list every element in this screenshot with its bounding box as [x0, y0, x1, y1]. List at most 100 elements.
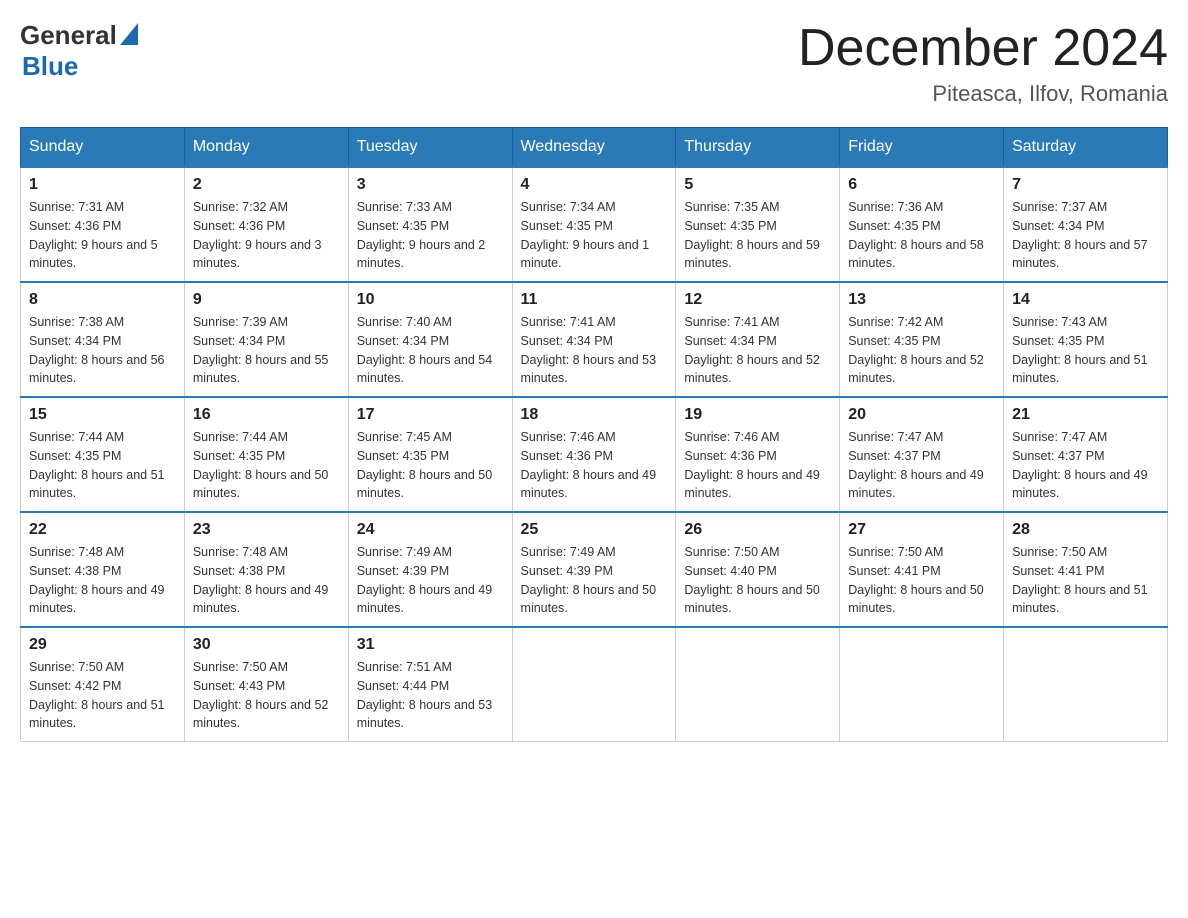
- page-header: General Blue December 2024 Piteasca, Ilf…: [20, 20, 1168, 107]
- calendar-header-wednesday: Wednesday: [512, 128, 676, 168]
- day-number: 31: [357, 636, 504, 654]
- calendar-cell: 17 Sunrise: 7:45 AM Sunset: 4:35 PM Dayl…: [348, 397, 512, 512]
- day-number: 27: [848, 521, 995, 539]
- calendar-cell: [676, 627, 840, 742]
- day-number: 5: [684, 176, 831, 194]
- calendar-cell: 6 Sunrise: 7:36 AM Sunset: 4:35 PM Dayli…: [840, 167, 1004, 282]
- day-info: Sunrise: 7:37 AM Sunset: 4:34 PM Dayligh…: [1012, 198, 1159, 273]
- day-number: 19: [684, 406, 831, 424]
- day-number: 30: [193, 636, 340, 654]
- day-number: 2: [193, 176, 340, 194]
- day-number: 8: [29, 291, 176, 309]
- calendar-cell: 2 Sunrise: 7:32 AM Sunset: 4:36 PM Dayli…: [184, 167, 348, 282]
- day-info: Sunrise: 7:48 AM Sunset: 4:38 PM Dayligh…: [29, 543, 176, 618]
- calendar-cell: 14 Sunrise: 7:43 AM Sunset: 4:35 PM Dayl…: [1004, 282, 1168, 397]
- day-info: Sunrise: 7:47 AM Sunset: 4:37 PM Dayligh…: [848, 428, 995, 503]
- day-number: 25: [521, 521, 668, 539]
- title-block: December 2024 Piteasca, Ilfov, Romania: [798, 20, 1168, 107]
- day-info: Sunrise: 7:46 AM Sunset: 4:36 PM Dayligh…: [521, 428, 668, 503]
- calendar-week-3: 15 Sunrise: 7:44 AM Sunset: 4:35 PM Dayl…: [21, 397, 1168, 512]
- logo-triangle-icon: [120, 23, 138, 45]
- day-number: 4: [521, 176, 668, 194]
- day-info: Sunrise: 7:36 AM Sunset: 4:35 PM Dayligh…: [848, 198, 995, 273]
- day-info: Sunrise: 7:50 AM Sunset: 4:42 PM Dayligh…: [29, 658, 176, 733]
- calendar-cell: 10 Sunrise: 7:40 AM Sunset: 4:34 PM Dayl…: [348, 282, 512, 397]
- day-number: 3: [357, 176, 504, 194]
- calendar-cell: 18 Sunrise: 7:46 AM Sunset: 4:36 PM Dayl…: [512, 397, 676, 512]
- day-number: 1: [29, 176, 176, 194]
- calendar-cell: 13 Sunrise: 7:42 AM Sunset: 4:35 PM Dayl…: [840, 282, 1004, 397]
- day-number: 20: [848, 406, 995, 424]
- calendar-cell: 24 Sunrise: 7:49 AM Sunset: 4:39 PM Dayl…: [348, 512, 512, 627]
- day-info: Sunrise: 7:44 AM Sunset: 4:35 PM Dayligh…: [29, 428, 176, 503]
- calendar-cell: 30 Sunrise: 7:50 AM Sunset: 4:43 PM Dayl…: [184, 627, 348, 742]
- calendar-header-saturday: Saturday: [1004, 128, 1168, 168]
- calendar-cell: 9 Sunrise: 7:39 AM Sunset: 4:34 PM Dayli…: [184, 282, 348, 397]
- day-info: Sunrise: 7:42 AM Sunset: 4:35 PM Dayligh…: [848, 313, 995, 388]
- day-info: Sunrise: 7:50 AM Sunset: 4:41 PM Dayligh…: [1012, 543, 1159, 618]
- day-number: 13: [848, 291, 995, 309]
- day-info: Sunrise: 7:39 AM Sunset: 4:34 PM Dayligh…: [193, 313, 340, 388]
- calendar-cell: 1 Sunrise: 7:31 AM Sunset: 4:36 PM Dayli…: [21, 167, 185, 282]
- day-number: 11: [521, 291, 668, 309]
- calendar-cell: 4 Sunrise: 7:34 AM Sunset: 4:35 PM Dayli…: [512, 167, 676, 282]
- calendar-header-thursday: Thursday: [676, 128, 840, 168]
- day-info: Sunrise: 7:41 AM Sunset: 4:34 PM Dayligh…: [521, 313, 668, 388]
- day-info: Sunrise: 7:46 AM Sunset: 4:36 PM Dayligh…: [684, 428, 831, 503]
- calendar-cell: 26 Sunrise: 7:50 AM Sunset: 4:40 PM Dayl…: [676, 512, 840, 627]
- page-title: December 2024: [798, 20, 1168, 77]
- day-number: 22: [29, 521, 176, 539]
- day-number: 28: [1012, 521, 1159, 539]
- day-info: Sunrise: 7:35 AM Sunset: 4:35 PM Dayligh…: [684, 198, 831, 273]
- day-info: Sunrise: 7:48 AM Sunset: 4:38 PM Dayligh…: [193, 543, 340, 618]
- calendar-cell: [512, 627, 676, 742]
- calendar-cell: 3 Sunrise: 7:33 AM Sunset: 4:35 PM Dayli…: [348, 167, 512, 282]
- calendar-cell: [840, 627, 1004, 742]
- day-number: 7: [1012, 176, 1159, 194]
- day-number: 9: [193, 291, 340, 309]
- day-info: Sunrise: 7:40 AM Sunset: 4:34 PM Dayligh…: [357, 313, 504, 388]
- calendar-cell: 31 Sunrise: 7:51 AM Sunset: 4:44 PM Dayl…: [348, 627, 512, 742]
- page-subtitle: Piteasca, Ilfov, Romania: [798, 81, 1168, 107]
- calendar-week-2: 8 Sunrise: 7:38 AM Sunset: 4:34 PM Dayli…: [21, 282, 1168, 397]
- calendar-cell: 11 Sunrise: 7:41 AM Sunset: 4:34 PM Dayl…: [512, 282, 676, 397]
- calendar-cell: 23 Sunrise: 7:48 AM Sunset: 4:38 PM Dayl…: [184, 512, 348, 627]
- calendar-cell: 7 Sunrise: 7:37 AM Sunset: 4:34 PM Dayli…: [1004, 167, 1168, 282]
- day-info: Sunrise: 7:44 AM Sunset: 4:35 PM Dayligh…: [193, 428, 340, 503]
- day-info: Sunrise: 7:49 AM Sunset: 4:39 PM Dayligh…: [521, 543, 668, 618]
- day-number: 15: [29, 406, 176, 424]
- day-info: Sunrise: 7:49 AM Sunset: 4:39 PM Dayligh…: [357, 543, 504, 618]
- calendar-cell: 29 Sunrise: 7:50 AM Sunset: 4:42 PM Dayl…: [21, 627, 185, 742]
- calendar-header-monday: Monday: [184, 128, 348, 168]
- day-number: 21: [1012, 406, 1159, 424]
- calendar-cell: 22 Sunrise: 7:48 AM Sunset: 4:38 PM Dayl…: [21, 512, 185, 627]
- day-info: Sunrise: 7:45 AM Sunset: 4:35 PM Dayligh…: [357, 428, 504, 503]
- calendar-cell: 27 Sunrise: 7:50 AM Sunset: 4:41 PM Dayl…: [840, 512, 1004, 627]
- calendar-cell: 25 Sunrise: 7:49 AM Sunset: 4:39 PM Dayl…: [512, 512, 676, 627]
- day-number: 10: [357, 291, 504, 309]
- day-number: 14: [1012, 291, 1159, 309]
- day-number: 16: [193, 406, 340, 424]
- day-number: 17: [357, 406, 504, 424]
- day-info: Sunrise: 7:32 AM Sunset: 4:36 PM Dayligh…: [193, 198, 340, 273]
- calendar-header-sunday: Sunday: [21, 128, 185, 168]
- calendar-cell: 21 Sunrise: 7:47 AM Sunset: 4:37 PM Dayl…: [1004, 397, 1168, 512]
- calendar-header-row: SundayMondayTuesdayWednesdayThursdayFrid…: [21, 128, 1168, 168]
- day-number: 29: [29, 636, 176, 654]
- calendar-cell: 8 Sunrise: 7:38 AM Sunset: 4:34 PM Dayli…: [21, 282, 185, 397]
- day-number: 6: [848, 176, 995, 194]
- calendar-week-5: 29 Sunrise: 7:50 AM Sunset: 4:42 PM Dayl…: [21, 627, 1168, 742]
- calendar-cell: 20 Sunrise: 7:47 AM Sunset: 4:37 PM Dayl…: [840, 397, 1004, 512]
- logo-blue: Blue: [22, 51, 78, 82]
- day-info: Sunrise: 7:47 AM Sunset: 4:37 PM Dayligh…: [1012, 428, 1159, 503]
- day-number: 12: [684, 291, 831, 309]
- calendar-cell: [1004, 627, 1168, 742]
- calendar-header-tuesday: Tuesday: [348, 128, 512, 168]
- calendar-cell: 19 Sunrise: 7:46 AM Sunset: 4:36 PM Dayl…: [676, 397, 840, 512]
- logo: General Blue: [20, 20, 138, 82]
- day-info: Sunrise: 7:33 AM Sunset: 4:35 PM Dayligh…: [357, 198, 504, 273]
- logo-general: General: [20, 20, 117, 51]
- calendar-week-1: 1 Sunrise: 7:31 AM Sunset: 4:36 PM Dayli…: [21, 167, 1168, 282]
- day-number: 26: [684, 521, 831, 539]
- day-info: Sunrise: 7:41 AM Sunset: 4:34 PM Dayligh…: [684, 313, 831, 388]
